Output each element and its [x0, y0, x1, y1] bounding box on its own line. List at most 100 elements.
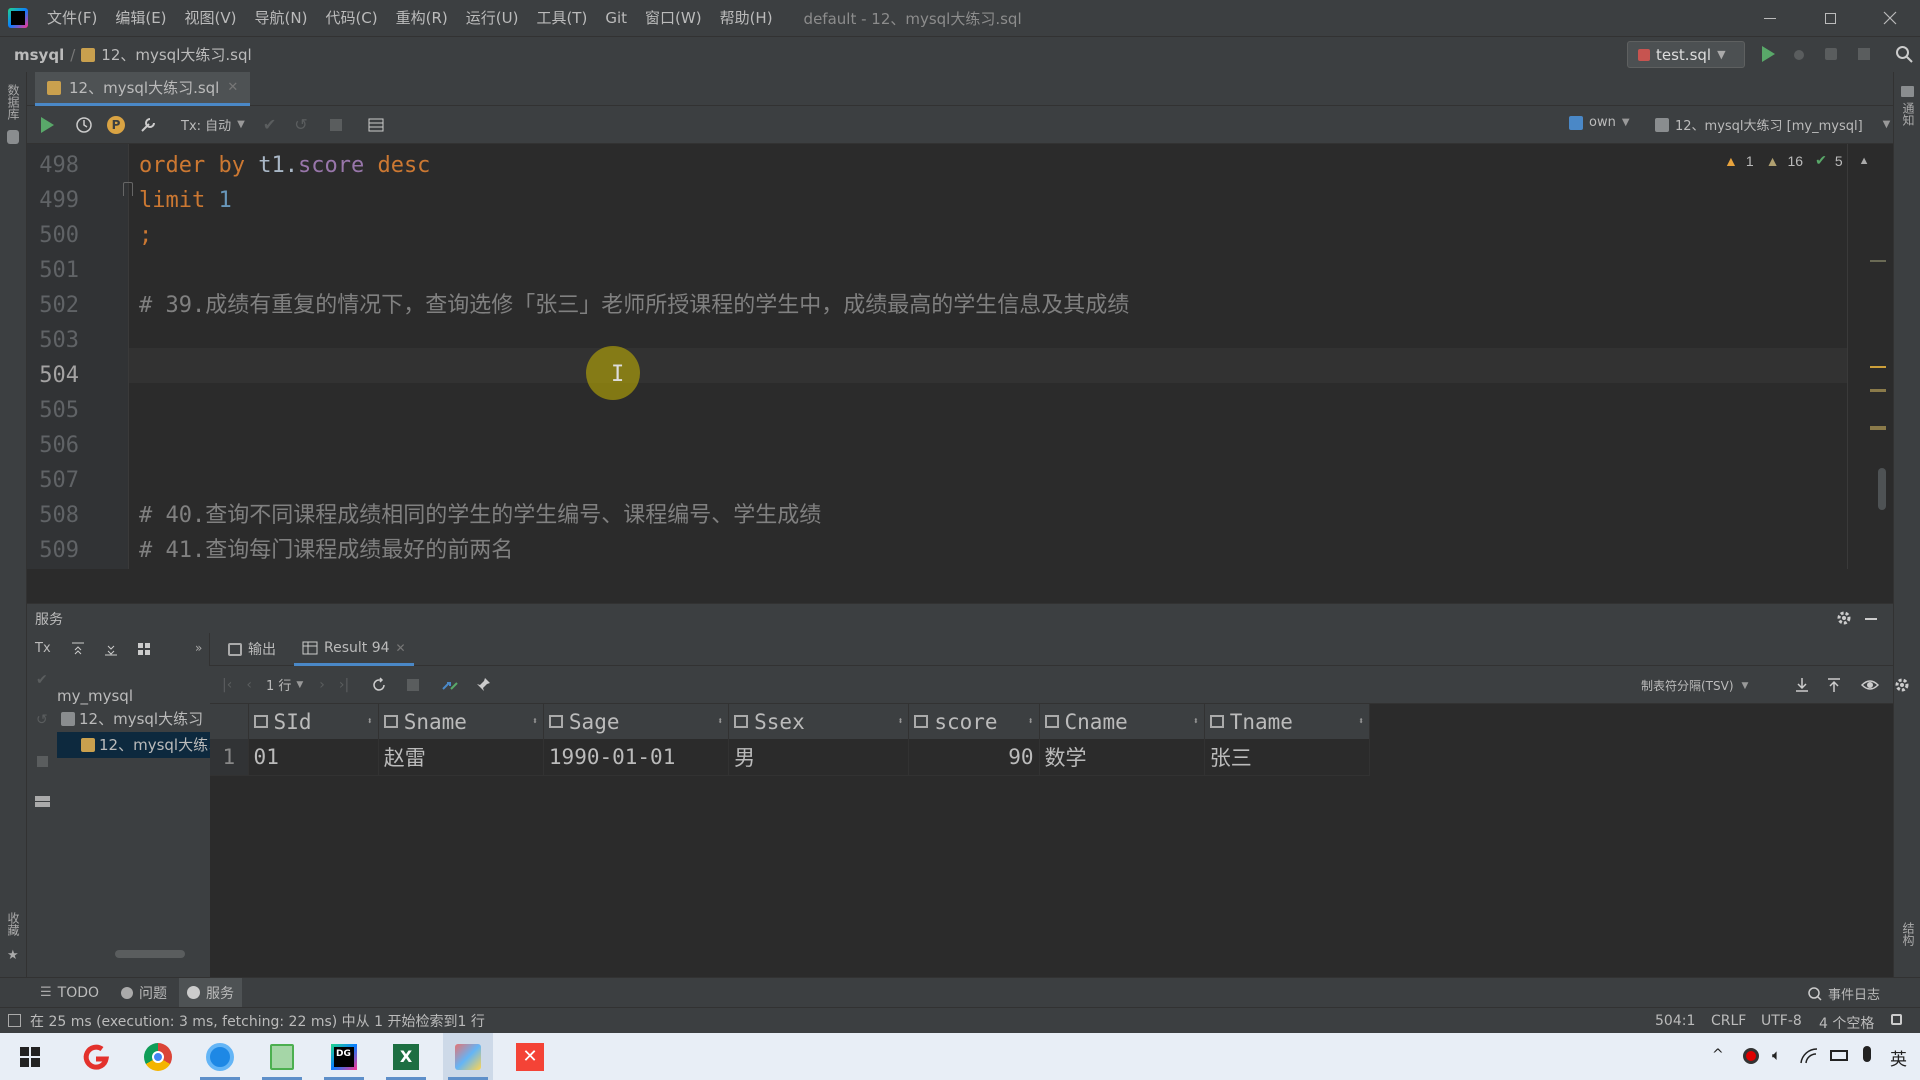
menu-item[interactable]: 视图(V): [176, 0, 246, 36]
refresh-icon[interactable]: [371, 676, 387, 693]
submit-changes-icon[interactable]: [441, 677, 459, 693]
line-ending[interactable]: CRLF: [1711, 1013, 1746, 1029]
panel-toggle-icon[interactable]: [8, 1014, 21, 1027]
breadcrumb-project[interactable]: msyql: [14, 46, 64, 64]
editor-tab-sql-file[interactable]: 12、mysql大练习.sql ✕: [35, 72, 251, 106]
transaction-mode-select[interactable]: Tx: 自动 ▼: [181, 115, 245, 134]
editor-scrollbar[interactable]: [1870, 144, 1893, 569]
search-everywhere-button[interactable]: [1895, 45, 1913, 63]
commit-icon[interactable]: ✔: [36, 672, 48, 688]
column-header[interactable]: Sage ⬍: [543, 704, 730, 739]
table-cell[interactable]: 张三: [1204, 739, 1371, 776]
taskbar-app-git[interactable]: [71, 1033, 121, 1080]
tree-node-session[interactable]: 12、mysql大练习: [57, 732, 210, 758]
taskbar-app-browser[interactable]: [195, 1033, 245, 1080]
microphone-icon[interactable]: [1863, 1046, 1871, 1062]
status-message[interactable]: 在 25 ms (execution: 3 ms, fetching: 22 m…: [30, 1011, 485, 1031]
first-page-icon[interactable]: |‹: [222, 677, 232, 693]
rollback-icon[interactable]: ↺: [294, 115, 307, 134]
taskbar-app-chrome[interactable]: [133, 1033, 183, 1080]
rollback-icon[interactable]: ↺: [36, 712, 48, 728]
column-header[interactable]: Cname ⬍: [1039, 704, 1205, 739]
table-cell[interactable]: 01: [248, 739, 379, 776]
extractor-select[interactable]: 制表符分隔(TSV) ▼: [1641, 677, 1748, 694]
battery-icon[interactable]: [1830, 1050, 1848, 1061]
close-tab-icon[interactable]: ✕: [227, 80, 238, 95]
table-cell[interactable]: 1990-01-01: [543, 739, 730, 776]
next-page-icon[interactable]: ›: [319, 677, 325, 693]
run-button[interactable]: [1760, 45, 1776, 63]
last-page-icon[interactable]: ›|: [339, 677, 349, 693]
history-button[interactable]: [75, 116, 93, 134]
scroll-thumb[interactable]: [1878, 468, 1886, 510]
gear-icon[interactable]: [1894, 677, 1910, 693]
indent-setting[interactable]: 4 个空格: [1819, 1013, 1874, 1033]
column-header[interactable]: Sname ⬍: [378, 704, 544, 739]
coverage-button[interactable]: [1823, 46, 1839, 62]
menu-item[interactable]: 文件(F): [38, 0, 106, 36]
minimize-button[interactable]: [1740, 0, 1800, 36]
column-header[interactable]: score ⬍: [908, 704, 1040, 739]
tray-expand-icon[interactable]: ^: [1712, 1047, 1724, 1063]
notifications-tool-tab[interactable]: 通知: [1900, 102, 1917, 126]
menu-item[interactable]: 导航(N): [246, 0, 317, 36]
hide-panel-button[interactable]: [1865, 618, 1877, 620]
stop-icon[interactable]: [37, 756, 48, 767]
tool-tab-services[interactable]: 服务: [179, 978, 243, 1007]
tx-icon[interactable]: Tx: [35, 641, 51, 656]
stop-button[interactable]: [1857, 47, 1871, 61]
table-cell[interactable]: 赵雷: [378, 739, 544, 776]
debug-button[interactable]: [1791, 46, 1807, 62]
menu-item[interactable]: 工具(T): [527, 0, 596, 36]
restore-button[interactable]: [1800, 0, 1860, 36]
structure-tool-tab[interactable]: 结构: [1900, 922, 1917, 946]
output-layout-button[interactable]: [368, 117, 384, 133]
column-header[interactable]: SId ⬍: [248, 704, 379, 739]
pin-icon[interactable]: [475, 677, 491, 693]
schema-select[interactable]: own ▼: [1569, 115, 1630, 130]
sort-icon[interactable]: ⬍: [717, 716, 723, 727]
record-icon[interactable]: [1743, 1048, 1759, 1064]
taskbar-app-notepad[interactable]: [257, 1033, 307, 1080]
datasource-select[interactable]: 12、mysql大练习 [my_mysql] ▼: [1655, 115, 1890, 134]
chevron-up-icon[interactable]: ▲: [1859, 155, 1870, 167]
page-size-select[interactable]: 1 行 ▼: [266, 675, 303, 694]
more-icon[interactable]: »: [195, 641, 202, 655]
table-cell[interactable]: 数学: [1039, 739, 1205, 776]
upload-icon[interactable]: [1826, 677, 1842, 693]
taskbar-app-paint[interactable]: [443, 1033, 493, 1080]
tree-node-console[interactable]: 12、mysql大练习: [57, 707, 210, 731]
result-grid[interactable]: SId ⬍ Sname ⬍ Sage ⬍ Ssex ⬍ score ⬍ Cname ⬍ Tname ⬍ 1…: [210, 704, 1371, 776]
caret-position[interactable]: 504:1: [1655, 1013, 1695, 1029]
sort-icon[interactable]: ⬍: [532, 716, 538, 727]
tool-tab-problems[interactable]: 问题: [121, 983, 167, 1003]
sort-icon[interactable]: ⬍: [367, 716, 373, 727]
tab-output[interactable]: 输出: [228, 639, 276, 659]
menu-item[interactable]: Git: [596, 0, 636, 36]
close-window-button[interactable]: [1860, 0, 1920, 36]
eye-icon[interactable]: [1861, 677, 1879, 693]
collapse-all-icon[interactable]: [104, 642, 118, 656]
wifi-icon[interactable]: [1800, 1048, 1818, 1064]
menu-item[interactable]: 帮助(H): [711, 0, 782, 36]
close-tab-icon[interactable]: ✕: [396, 641, 406, 655]
tree-node-root[interactable]: my_mysql: [57, 684, 210, 708]
run-config-select[interactable]: test.sql ▼: [1627, 41, 1745, 68]
favorites-tool-tab[interactable]: 收藏: [5, 912, 22, 936]
start-button[interactable]: [5, 1033, 55, 1080]
execute-button[interactable]: [39, 116, 55, 134]
volume-icon[interactable]: 🔈︎: [1772, 1046, 1781, 1064]
table-cell[interactable]: 男: [728, 739, 910, 776]
settings-button[interactable]: [139, 116, 157, 134]
menu-item[interactable]: 运行(U): [457, 0, 528, 36]
breadcrumb-file[interactable]: 12、mysql大练习.sql: [101, 44, 251, 65]
group-icon[interactable]: [137, 642, 151, 656]
tab-result[interactable]: Result 94 ✕: [294, 633, 414, 666]
taskbar-app-xmind[interactable]: ✕: [505, 1033, 555, 1080]
menu-item[interactable]: 编辑(E): [106, 0, 175, 36]
menu-item[interactable]: 窗口(W): [636, 0, 711, 36]
download-icon[interactable]: [1794, 677, 1810, 693]
prev-page-icon[interactable]: ‹: [246, 677, 252, 693]
expand-all-icon[interactable]: [71, 642, 85, 656]
profiler-button[interactable]: P: [107, 115, 125, 134]
